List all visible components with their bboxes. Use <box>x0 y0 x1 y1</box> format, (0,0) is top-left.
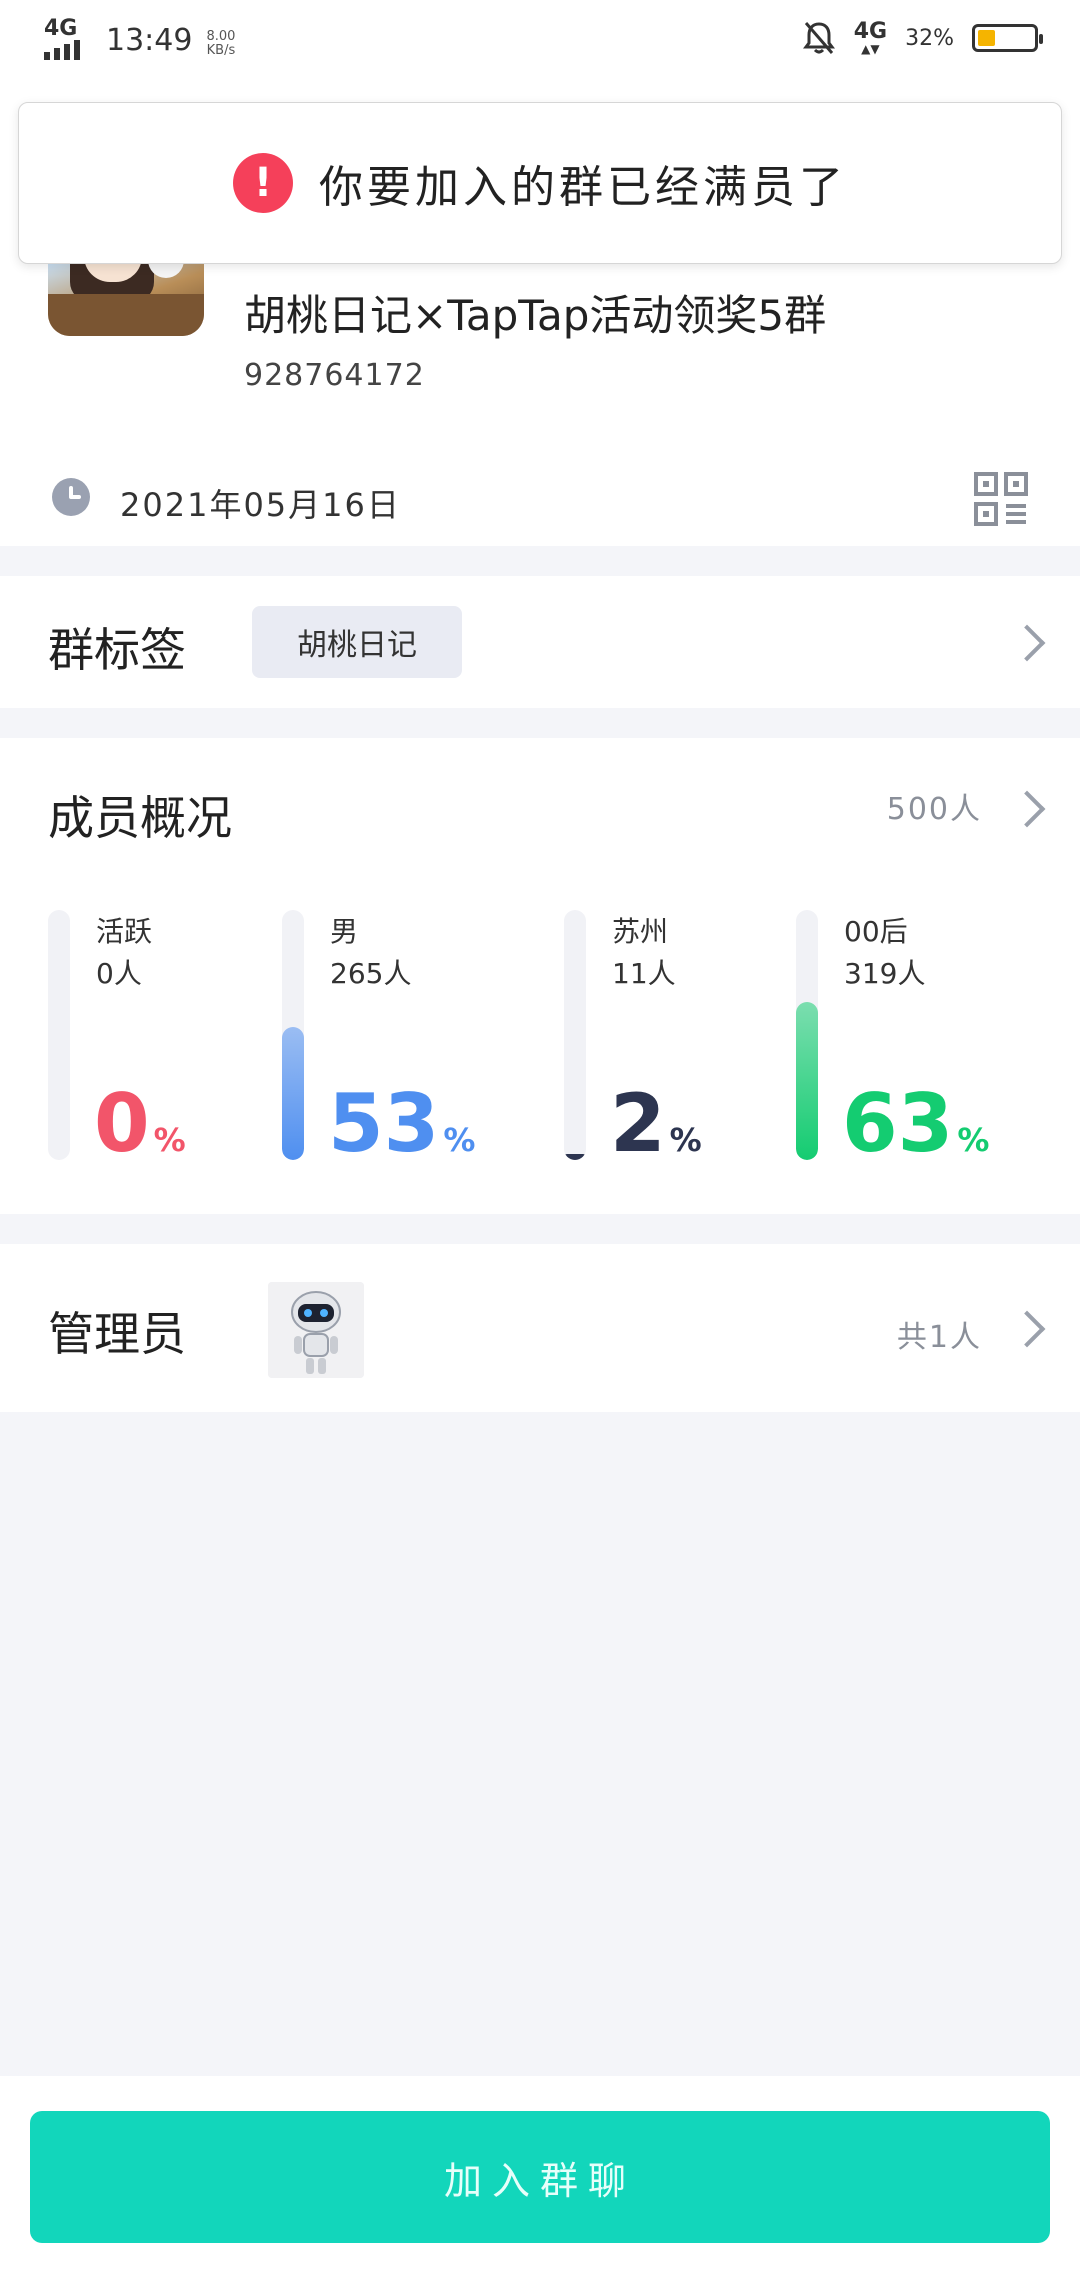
stat-label: 活跃 <box>96 915 153 948</box>
tag-chip[interactable]: 胡桃日记 <box>252 606 462 678</box>
stat-active: 活跃 0人 0% <box>48 910 268 1164</box>
bell-muted-icon <box>802 22 835 54</box>
status-bar: 4G 13:49 8.00 KB/s 4G ▲▼ 32% <box>0 0 1080 80</box>
stat-percent: 53% <box>328 1077 476 1170</box>
stat-count: 0人 <box>96 957 142 990</box>
status-left: 4G 13:49 8.00 KB/s <box>44 16 235 60</box>
clock-icon <box>52 478 90 516</box>
admins-title: 管理员 <box>48 1307 186 1361</box>
members-title: 成员概况 <box>48 791 232 845</box>
stat-percent: 63% <box>842 1077 990 1170</box>
stat-bar <box>282 1027 304 1160</box>
admins-row[interactable]: 管理员 共1人 <box>0 1244 1080 1412</box>
network-type: 4G <box>44 16 78 41</box>
stat-track <box>48 910 70 1160</box>
join-group-button[interactable]: 加入群聊 <box>30 2111 1050 2243</box>
stat-bar <box>564 1154 586 1160</box>
status-right: 4G ▲▼ 32% <box>802 19 1043 56</box>
network-4g-icon: 4G ▲▼ <box>853 19 888 56</box>
stat-bar <box>796 1002 818 1160</box>
chevron-right-icon <box>1008 624 1046 662</box>
error-toast: ! 你要加入的群已经满员了 <box>18 102 1062 264</box>
stat-percent: 2% <box>610 1077 702 1170</box>
stat-track <box>796 910 818 1160</box>
status-time: 13:49 <box>106 23 193 58</box>
battery-fill <box>978 30 995 46</box>
tags-title: 群标签 <box>48 623 186 677</box>
admin-count: 共1人 <box>896 1320 982 1355</box>
bottom-bar: 加入群聊 <box>0 2076 1080 2280</box>
speed-value: 8.00 <box>206 29 236 44</box>
stat-count: 11人 <box>612 957 676 990</box>
stat-percent: 0% <box>94 1077 186 1170</box>
stat-label: 00后 <box>844 915 908 948</box>
stat-track <box>564 910 586 1160</box>
admin-avatar[interactable] <box>268 1282 364 1378</box>
toast-message: 你要加入的群已经满员了 <box>319 162 847 213</box>
speed-unit: KB/s <box>206 43 236 58</box>
signal-icon: 4G <box>44 16 88 60</box>
stat-count: 319人 <box>844 957 926 990</box>
stat-age: 00后 319人 63% <box>796 910 1016 1164</box>
alert-icon: ! <box>233 153 293 213</box>
stat-count: 265人 <box>330 957 412 990</box>
stat-label: 男 <box>330 915 359 948</box>
stat-city: 苏州 11人 2% <box>564 910 784 1164</box>
group-tags-row[interactable]: 群标签 胡桃日记 <box>0 576 1080 708</box>
battery-icon <box>972 24 1043 52</box>
chevron-right-icon <box>1008 790 1046 828</box>
network-type-right: 4G <box>853 19 888 44</box>
stat-male: 男 265人 53% <box>282 910 502 1164</box>
battery-percent: 32% <box>905 25 954 51</box>
group-name: 胡桃日记×TapTap活动领奖5群 <box>244 291 827 340</box>
network-speed: 8.00 KB/s <box>206 30 235 58</box>
group-id: 928764172 <box>244 358 425 393</box>
qr-code-icon[interactable] <box>974 472 1028 526</box>
member-count: 500人 <box>886 792 982 827</box>
stat-label: 苏州 <box>612 915 669 948</box>
created-date: 2021年05月16日 <box>120 486 401 524</box>
stat-track <box>282 910 304 1160</box>
chevron-right-icon <box>1008 1310 1046 1348</box>
member-overview[interactable]: 成员概况 500人 活跃 0人 0% 男 265人 53% 苏州 11人 2% … <box>0 738 1080 1214</box>
